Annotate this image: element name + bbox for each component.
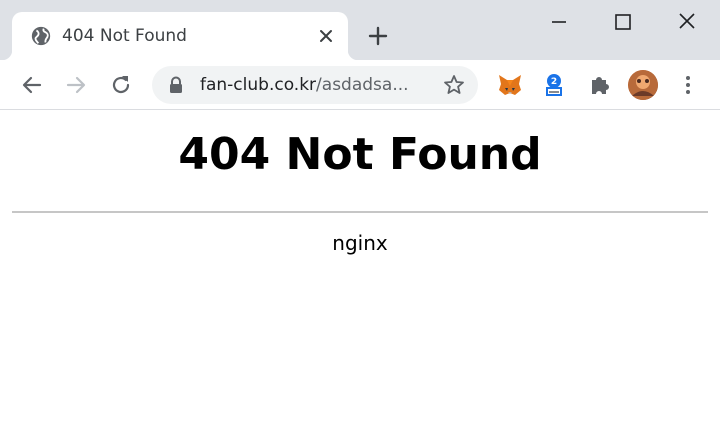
url-text[interactable]: fan-club.co.kr/asdadsa... — [200, 74, 409, 96]
minimize-icon[interactable] — [544, 8, 574, 36]
reload-icon[interactable] — [109, 73, 133, 97]
tab-active[interactable]: 404 Not Found — [2, 12, 358, 60]
avatar-image — [628, 70, 658, 100]
globe-icon — [31, 26, 51, 46]
url-path: /asdadsa... — [316, 75, 409, 95]
server-name: nginx — [332, 231, 388, 255]
arrow-left-icon[interactable] — [20, 73, 44, 97]
lock-icon[interactable] — [168, 76, 184, 94]
url-host: fan-club.co.kr — [200, 75, 317, 95]
extension-icon[interactable]: 2 — [540, 71, 568, 99]
kebab-menu-icon[interactable] — [676, 73, 700, 97]
tab-title: 404 Not Found — [62, 26, 187, 46]
window-close-icon[interactable] — [672, 8, 702, 36]
arrow-right-icon[interactable] — [64, 73, 88, 97]
star-icon[interactable] — [442, 73, 466, 97]
page-content: 404 Not Found nginx — [0, 111, 720, 439]
browser-toolbar: fan-club.co.kr/asdadsa... 2 — [0, 60, 720, 110]
close-icon[interactable] — [316, 26, 336, 46]
maximize-icon[interactable] — [608, 8, 638, 36]
svg-text:2: 2 — [551, 77, 557, 87]
plus-icon[interactable] — [366, 24, 390, 48]
avatar[interactable] — [628, 70, 658, 100]
metamask-fox-icon[interactable] — [496, 71, 524, 99]
address-bar[interactable]: fan-club.co.kr/asdadsa... — [152, 66, 478, 104]
tab-strip: 404 Not Found — [0, 0, 720, 60]
divider — [12, 211, 708, 213]
page-title: 404 Not Found — [178, 129, 542, 180]
puzzle-icon[interactable] — [586, 71, 614, 99]
